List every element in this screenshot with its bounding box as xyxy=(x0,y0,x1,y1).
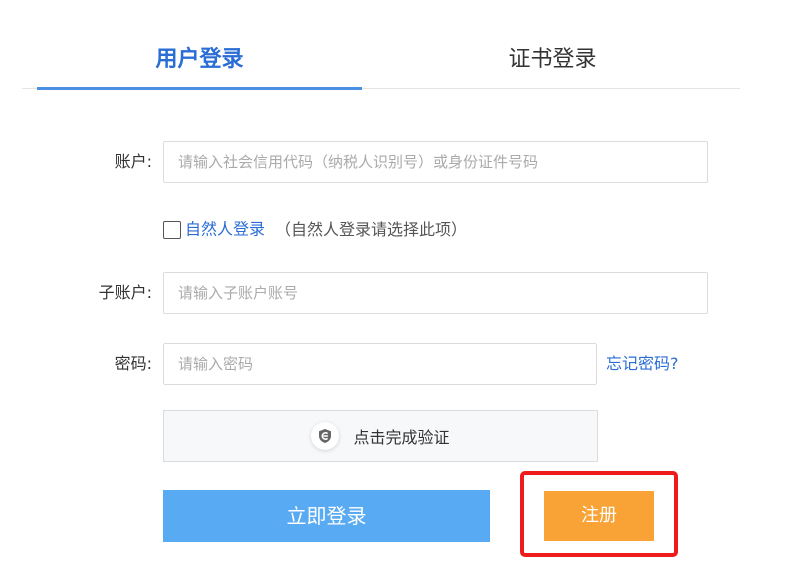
sub-account-label: 子账户: xyxy=(98,283,152,302)
login-button[interactable]: 立即登录 xyxy=(163,490,490,542)
natural-person-link[interactable]: 自然人登录 xyxy=(185,220,265,239)
tab-user-login[interactable]: 用户登录 xyxy=(37,42,362,78)
forgot-password-link[interactable]: 忘记密码? xyxy=(606,343,679,385)
natural-person-checkbox[interactable] xyxy=(163,220,181,239)
login-tabs: 用户登录 证书登录 xyxy=(0,0,800,90)
register-button[interactable]: 注册 xyxy=(544,491,654,541)
password-label: 密码: xyxy=(114,354,152,373)
natural-person-hint: （自然人登录请选择此项） xyxy=(275,219,468,239)
sub-account-input[interactable] xyxy=(163,272,708,314)
verify-button[interactable]: 点击完成验证 xyxy=(163,410,598,462)
shield-check-icon xyxy=(311,422,340,450)
tab-active-indicator xyxy=(37,87,362,90)
verify-label: 点击完成验证 xyxy=(353,428,450,447)
account-label: 账户: xyxy=(114,152,152,171)
account-input[interactable] xyxy=(163,141,708,183)
password-input[interactable] xyxy=(163,343,597,385)
natural-person-row: 自然人登录 （自然人登录请选择此项） xyxy=(163,217,467,241)
login-page: 用户登录 证书登录 账户: 自然人登录 （自然人登录请选择此项） 子账户: 密码:… xyxy=(0,0,800,568)
tab-certificate-login[interactable]: 证书登录 xyxy=(390,42,715,78)
